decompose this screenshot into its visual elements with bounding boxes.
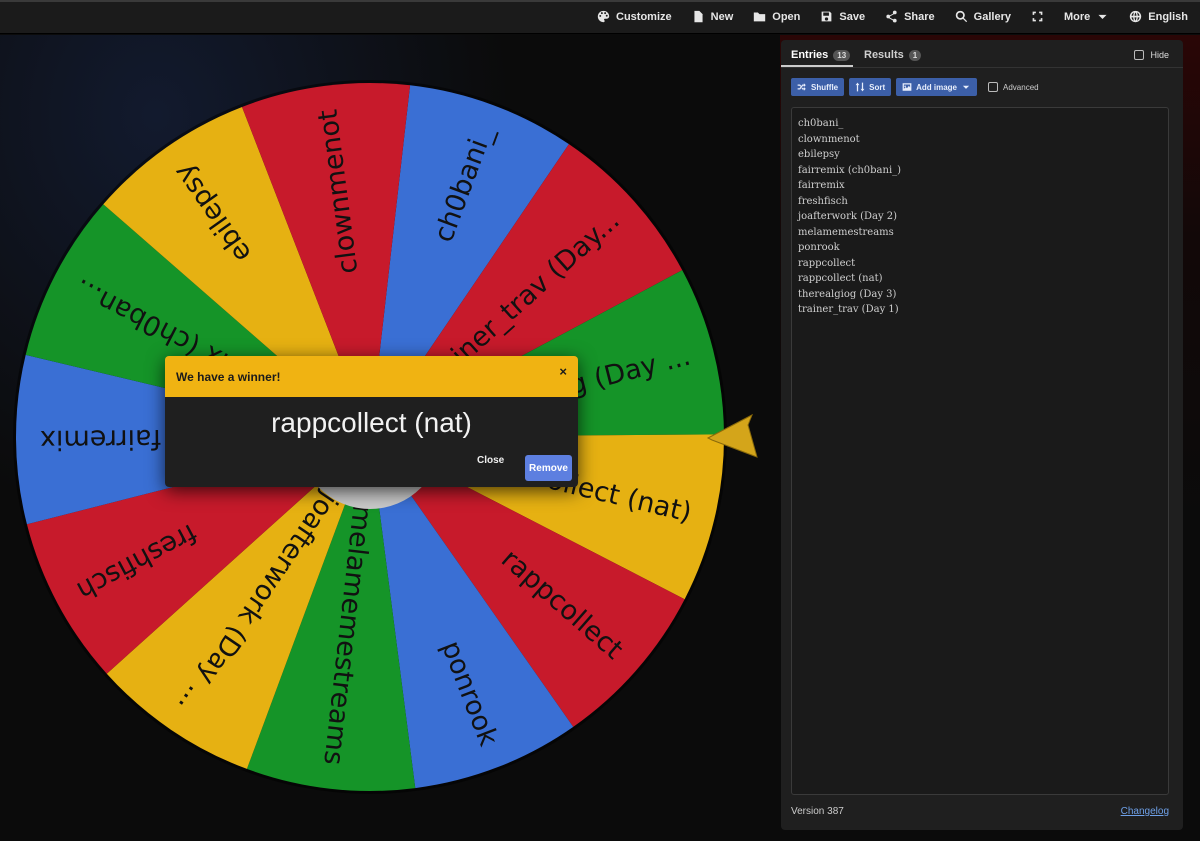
entry-line: freshfisch	[798, 195, 848, 207]
changelog-link[interactable]: Changelog	[1121, 806, 1169, 817]
advanced-label: Advanced	[1003, 82, 1039, 92]
tab-entries-label: Entries	[791, 49, 829, 61]
entry-line: trainer_trav (Day 1)	[798, 304, 899, 315]
entry-line: melamemestreams	[798, 226, 894, 238]
entry-line: therealgiog (Day 3)	[798, 288, 897, 300]
language-label: English	[1148, 10, 1188, 23]
open-label: Open	[772, 10, 801, 23]
version-label: Version 387	[791, 806, 844, 817]
customize-label: Customize	[616, 10, 672, 23]
share-label: Share	[904, 10, 935, 23]
sort-button[interactable]: Sort	[849, 78, 892, 96]
sort-icon	[855, 82, 865, 92]
entry-line: clownmenot	[798, 133, 860, 145]
hide-toggle[interactable]: Hide	[1134, 50, 1169, 60]
save-label: Save	[839, 10, 866, 23]
customize-button[interactable]: Customize	[597, 10, 672, 23]
winner-dialog: We have a winner! × rappcollect (nat) Cl…	[165, 356, 578, 487]
advanced-toggle[interactable]: Advanced	[988, 82, 1039, 92]
more-label: More	[1063, 10, 1091, 23]
search-icon	[955, 10, 967, 23]
tab-entries[interactable]: Entries 13	[791, 49, 851, 61]
language-button[interactable]: English	[1129, 10, 1188, 23]
dialog-body: rappcollect (nat) Close Remove	[165, 397, 578, 487]
entry-line: fairremix (ch0bani_)	[798, 164, 902, 176]
save-button[interactable]: Save	[820, 10, 865, 23]
entry-line: rappcollect (nat)	[798, 273, 883, 284]
hide-checkbox[interactable]	[1134, 50, 1145, 60]
entry-line: ebilepsy	[798, 149, 840, 160]
fullscreen-button[interactable]	[1031, 10, 1044, 23]
add-image-label: Add image	[916, 82, 958, 92]
chevron-down-icon	[962, 85, 970, 89]
entry-line: ponrook	[798, 242, 840, 253]
close-icon[interactable]: ×	[559, 364, 567, 379]
tab-results-label: Results	[864, 49, 904, 61]
chevron-down-icon	[1098, 14, 1107, 19]
entry-line: ch0bani_	[798, 118, 844, 129]
wheel-segment-label: fairremix	[40, 423, 161, 455]
add-image-button[interactable]: Add image	[896, 78, 978, 96]
shuffle-icon	[797, 83, 806, 91]
entry-line: joafterwork (Day 2)	[798, 211, 898, 222]
winner-name: rappcollect (nat)	[271, 407, 472, 438]
entries-toolbar: Shuffle Sort Add image Advanced	[791, 78, 1039, 96]
save-icon	[822, 11, 832, 22]
entry-line: rappcollect	[798, 257, 856, 269]
shuffle-button[interactable]: Shuffle	[791, 78, 845, 96]
top-toolbar: Customize New Open Save Share Gallery Mo…	[0, 0, 1200, 34]
hide-label: Hide	[1150, 50, 1169, 60]
folder-icon	[754, 12, 766, 22]
image-icon	[902, 83, 912, 91]
entries-panel: Entries 13 Results 1 Hide Shuffle Sort A…	[781, 40, 1183, 830]
advanced-checkbox[interactable]	[988, 82, 999, 92]
more-button[interactable]: More	[1064, 10, 1109, 23]
entries-count-badge: 13	[833, 49, 851, 61]
shuffle-label: Shuffle	[811, 82, 839, 92]
file-icon	[694, 10, 703, 23]
share-icon	[886, 10, 897, 23]
new-label: New	[710, 10, 734, 23]
fullscreen-icon	[1032, 11, 1043, 22]
tab-results[interactable]: Results 1	[864, 49, 922, 61]
globe-icon	[1130, 10, 1142, 23]
share-button[interactable]: Share	[885, 10, 935, 23]
window-edge	[0, 0, 1200, 2]
palette-icon	[597, 10, 610, 23]
results-count-badge: 1	[908, 49, 922, 61]
active-tab-indicator	[781, 65, 853, 67]
open-button[interactable]: Open	[753, 10, 800, 23]
new-button[interactable]: New	[692, 10, 734, 23]
dialog-title: We have a winner!	[176, 369, 281, 384]
sort-label: Sort	[869, 82, 886, 92]
dialog-header: We have a winner! ×	[165, 356, 578, 397]
panel-tabs: Entries 13 Results 1 Hide	[781, 40, 1183, 68]
remove-button[interactable]: Remove	[525, 455, 572, 481]
close-button[interactable]: Close	[477, 455, 504, 466]
entries-textarea[interactable]: ch0bani_ clownmenot ebilepsy fairremix (ch0…	[791, 107, 1169, 795]
gallery-button[interactable]: Gallery	[955, 10, 1011, 23]
gallery-label: Gallery	[973, 10, 1011, 23]
entry-line: fairremix	[798, 180, 845, 191]
